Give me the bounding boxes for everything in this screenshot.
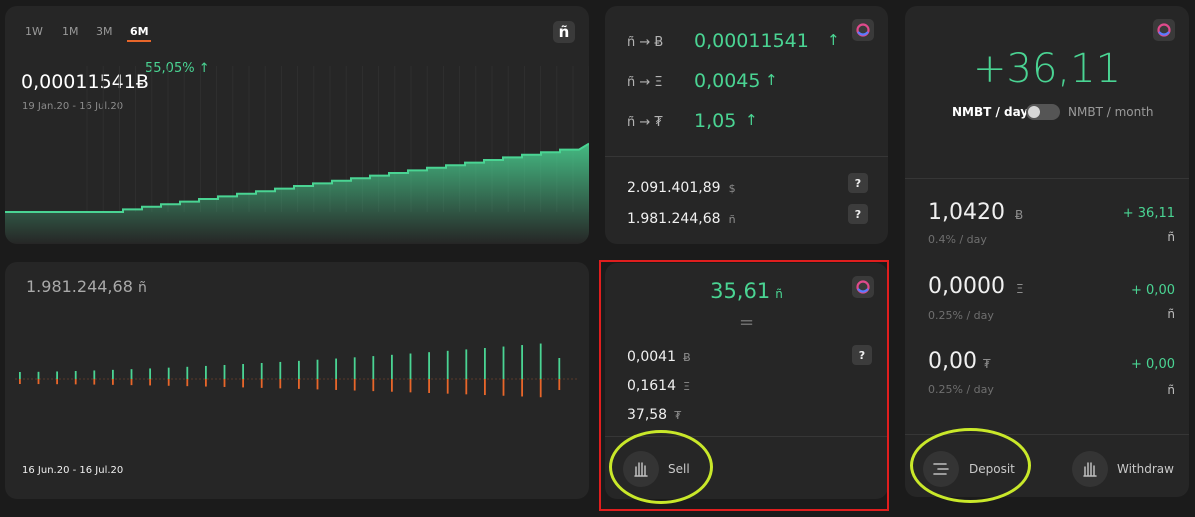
- volume-bar-up: [335, 358, 337, 379]
- volume-bar-down: [372, 379, 375, 392]
- volume-bar-down: [465, 379, 468, 395]
- volume-bar-up: [409, 353, 412, 379]
- volume-bar-up: [428, 352, 430, 379]
- volume-bar-up: [223, 364, 226, 379]
- rates-card: ñ → Ƀ 0,00011541 ↑ ñ → Ξ 0,0045 ↑ ñ → ₮ …: [605, 6, 888, 244]
- earning-row-btc: 1,0420 Ƀ 0.4% / day + 36,11 ñ: [928, 200, 1175, 246]
- highlight-circle-deposit: [910, 428, 1031, 503]
- toggle-knob: [1028, 106, 1040, 118]
- volume-bar-down: [56, 379, 58, 385]
- volume-bar-down: [558, 379, 561, 390]
- volume-date-range: 16 Jun.20 - 16 Jul.20: [22, 465, 124, 476]
- volume-bar-down: [19, 379, 21, 384]
- volume-bar-down: [260, 379, 263, 388]
- volume-bar-down: [446, 379, 449, 394]
- withdraw-button[interactable]: Withdraw: [1117, 462, 1174, 476]
- volume-bar-down: [149, 379, 151, 386]
- volume-bar-down: [335, 379, 337, 390]
- rate-row-usdt: ñ → ₮ 1,05 ↑: [627, 110, 758, 132]
- rate-row-eth: ñ → Ξ 0,0045 ↑: [627, 70, 778, 92]
- volume-bar-up: [74, 371, 77, 379]
- app-logo-icon: [1153, 19, 1175, 41]
- rate-row-btc: ñ → Ƀ 0,00011541 ↑: [627, 30, 840, 52]
- arrow-up-icon: ↑: [745, 111, 758, 129]
- volume-bar-down: [521, 379, 523, 397]
- volume-bar-up: [558, 358, 561, 379]
- volume-bar-down: [391, 379, 393, 392]
- volume-bar-down: [167, 379, 170, 386]
- volume-bar-up: [260, 362, 263, 379]
- total-usd: 2.091.401,89 $: [627, 180, 736, 196]
- period-toggle[interactable]: [1026, 104, 1060, 120]
- volume-bar-down: [279, 379, 282, 389]
- earning-row-eth: 0,0000 Ξ 0.25% / day + 0,00 ñ: [928, 274, 1175, 322]
- volume-bar-chart: [15, 343, 579, 398]
- volume-bar-down: [74, 379, 77, 385]
- label-per-month[interactable]: NMBT / month: [1068, 105, 1154, 119]
- volume-bar-down: [298, 379, 300, 389]
- highlight-circle-sell: [609, 430, 713, 504]
- volume-bar-up: [521, 345, 523, 379]
- volume-bar-down: [316, 379, 319, 390]
- volume-bar-up: [93, 370, 96, 379]
- hand-icon[interactable]: [1072, 451, 1108, 487]
- divider: [605, 156, 888, 157]
- total-nbt: 1.981.244,68 ñ: [627, 211, 736, 227]
- volume-bar-up: [391, 354, 393, 379]
- volume-bar-up: [56, 371, 58, 379]
- volume-bar-up: [242, 364, 244, 379]
- volume-bar-up: [186, 366, 189, 379]
- volume-bar-up: [130, 369, 133, 379]
- volume-bar-up: [316, 359, 319, 379]
- volume-bar-up: [279, 361, 282, 379]
- arrow-up-icon: ↑: [765, 71, 778, 89]
- volume-bar-up: [484, 347, 486, 379]
- volume-bar-down: [112, 379, 114, 385]
- volume-bar-down: [409, 379, 412, 393]
- help-button-usd[interactable]: ?: [848, 173, 868, 193]
- volume-bar-up: [465, 349, 468, 379]
- volume-bar-down: [484, 379, 486, 396]
- volume-bar-down: [93, 379, 96, 385]
- price-chart-card: 1W 1M 3M 6M ñ 0,00011541Ƀ 55,05% ↑ 19 Ja…: [5, 6, 589, 244]
- earnings-card: +36,11 NMBT / day NMBT / month 1,0420 Ƀ …: [905, 6, 1189, 497]
- earnings-value: +36,11: [972, 46, 1122, 92]
- price-line-chart: [5, 66, 589, 244]
- volume-bar-up: [539, 343, 542, 379]
- volume-bar-up: [112, 369, 114, 379]
- volume-bar-down: [502, 379, 505, 396]
- volume-bar-up: [205, 365, 207, 379]
- volume-bar-down: [353, 379, 356, 391]
- volume-bar-up: [446, 350, 449, 379]
- volume-bar-down: [428, 379, 430, 393]
- volume-bar-up: [37, 371, 40, 379]
- label-per-day[interactable]: NMBT / day: [952, 105, 1028, 119]
- volume-bar-up: [502, 346, 505, 379]
- volume-bar-up: [149, 368, 151, 379]
- help-button-nbt[interactable]: ?: [848, 204, 868, 224]
- volume-bar-down: [186, 379, 189, 387]
- volume-bar-up: [298, 360, 300, 379]
- volume-bar-up: [372, 356, 375, 379]
- volume-bar-down: [223, 379, 226, 387]
- divider: [905, 178, 1189, 179]
- volume-chart-card: 1.981.244,68 ñ 16 Jun.20 - 16 Jul.20: [5, 262, 589, 499]
- volume-bar-down: [242, 379, 244, 388]
- volume-bar-down: [37, 379, 40, 385]
- volume-bar-up: [353, 357, 356, 379]
- volume-bar-down: [205, 379, 207, 387]
- arrow-up-icon: ↑: [827, 31, 840, 49]
- volume-bar-up: [19, 372, 21, 379]
- volume-bar-down: [130, 379, 133, 386]
- earning-row-usdt: 0,00 ₮ 0.25% / day + 0,00 ñ: [928, 349, 1175, 397]
- price-area-fill: [5, 143, 589, 244]
- volume-bar-up: [167, 367, 170, 379]
- volume-bar-down: [539, 379, 542, 398]
